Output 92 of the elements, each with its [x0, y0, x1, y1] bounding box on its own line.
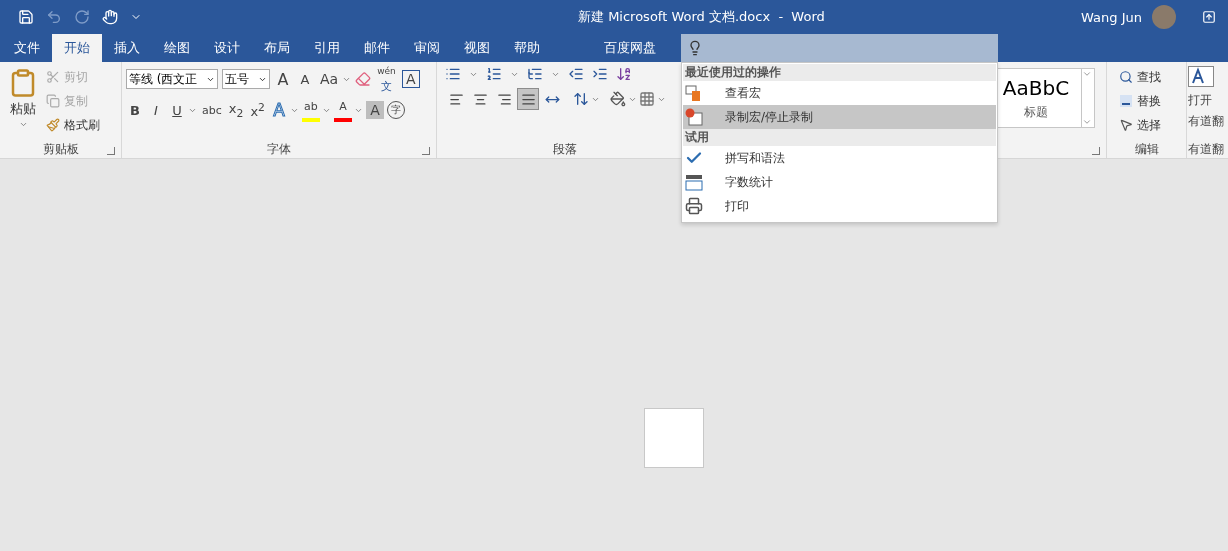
save-icon[interactable]: [18, 9, 34, 25]
record-icon: [685, 108, 703, 126]
menu-heading: 试用: [683, 129, 996, 146]
macro-icon: [685, 84, 703, 102]
ribbon-tab[interactable]: 绘图: [152, 34, 202, 62]
decrease-indent-icon[interactable]: [568, 66, 584, 82]
group-label: 有道翻: [1188, 140, 1224, 158]
ribbon-tab[interactable]: 引用: [302, 34, 352, 62]
ribbon-display-icon[interactable]: [1202, 10, 1216, 24]
group-label: 编辑: [1134, 140, 1159, 158]
format-button[interactable]: x$_{2}$: [226, 99, 246, 121]
borders-icon[interactable]: [639, 91, 655, 107]
alignment-icon: [520, 91, 536, 107]
grow-font-button[interactable]: A: [274, 68, 292, 90]
format-button[interactable]: B: [126, 99, 144, 121]
eraser-icon[interactable]: [355, 71, 372, 87]
group-label: 段落: [553, 140, 577, 158]
style-name: 标题: [1024, 103, 1048, 121]
ribbon-tab[interactable]: 帮助: [502, 34, 552, 62]
translate-button-label[interactable]: 有道翻: [1188, 113, 1224, 130]
caret-icon: [1082, 117, 1092, 127]
character-shading-button[interactable]: A: [365, 101, 384, 119]
increase-indent-icon[interactable]: [592, 66, 608, 82]
translate-icon[interactable]: [1188, 66, 1214, 88]
replace-icon: [1119, 94, 1133, 108]
pointer-icon: [1119, 118, 1133, 132]
document-page: [644, 408, 704, 468]
line-spacing-icon[interactable]: [573, 91, 589, 107]
menu-item[interactable]: 拼写和语法: [683, 146, 996, 170]
font-size-field[interactable]: 五号: [222, 69, 270, 89]
dialog-launcher[interactable]: [1092, 147, 1100, 155]
touch-mode-icon[interactable]: [102, 9, 118, 25]
phonetic-guide-button[interactable]: wén: [375, 66, 398, 76]
alignment-icon: [448, 91, 464, 107]
menu-item[interactable]: 打印: [683, 194, 996, 218]
format-button[interactable]: I: [147, 99, 165, 121]
ribbon-tab[interactable]: 插入: [102, 34, 152, 62]
character-border-button[interactable]: A: [401, 70, 420, 88]
ribbon-tab[interactable]: 设计: [202, 34, 252, 62]
shading-icon[interactable]: [610, 91, 626, 107]
group-label: 剪贴板: [42, 140, 79, 158]
caret-icon: [1082, 69, 1092, 79]
translate-button-label[interactable]: 打开: [1188, 92, 1224, 109]
format-button[interactable]: x$^{2}$: [248, 99, 267, 121]
gallery-scrollbar[interactable]: [1082, 68, 1095, 128]
color-button[interactable]: ab: [301, 98, 320, 114]
search-icon: [1119, 70, 1133, 84]
menu-item[interactable]: 录制宏/停止录制: [683, 105, 996, 129]
clipboard-button[interactable]: 格式刷: [46, 114, 100, 136]
ribbon-tab[interactable]: 开始: [52, 34, 102, 62]
format-button[interactable]: abc: [200, 99, 224, 121]
ribbon-tab[interactable]: 邮件: [352, 34, 402, 62]
bullets-icon[interactable]: [445, 66, 461, 82]
ribbon-tab[interactable]: 布局: [252, 34, 302, 62]
editing-button[interactable]: 查找: [1119, 66, 1161, 88]
color-button[interactable]: A: [333, 98, 352, 114]
phonetic-guide-button[interactable]: 文: [375, 80, 398, 92]
caret-icon: [18, 120, 28, 129]
word-count-icon: [685, 173, 703, 191]
dialog-launcher[interactable]: [107, 147, 115, 155]
shrink-font-button[interactable]: A: [296, 68, 314, 90]
dialog-launcher[interactable]: [422, 147, 430, 155]
lightbulb-icon: [687, 40, 703, 56]
font-name-field[interactable]: 等线 (西文正: [126, 69, 218, 89]
sort-icon[interactable]: [616, 66, 632, 82]
group-label: 字体: [267, 140, 291, 158]
copy-icon: [46, 94, 60, 108]
tell-me-field[interactable]: [681, 34, 998, 62]
ribbon-tab[interactable]: 审阅: [402, 34, 452, 62]
ribbon-tab[interactable]: 视图: [452, 34, 502, 62]
undo-icon[interactable]: [46, 9, 62, 25]
alignment-icon: [472, 91, 488, 107]
paste-button[interactable]: 粘贴: [4, 66, 42, 140]
redo-icon[interactable]: [74, 9, 90, 25]
printer-icon: [685, 197, 703, 215]
editing-button[interactable]: 替换: [1119, 90, 1161, 112]
paintbrush-icon: [46, 118, 60, 132]
user-name[interactable]: Wang Jun: [1081, 9, 1142, 25]
ribbon-tab[interactable]: 百度网盘: [592, 34, 668, 62]
style-sample: AaBbC: [1002, 75, 1070, 100]
window-title: 新建 Microsoft Word 文档.docx - Word: [577, 8, 826, 26]
menu-item[interactable]: 字数统计: [683, 170, 996, 194]
change-case-button[interactable]: Aa: [318, 68, 341, 90]
alignment-icon: [496, 91, 512, 107]
menu-heading: 最近使用过的操作: [683, 64, 996, 81]
underline-button[interactable]: U: [168, 99, 186, 121]
multilevel-list-icon[interactable]: [527, 66, 543, 82]
alignment-button[interactable]: [517, 88, 539, 110]
editing-button[interactable]: 选择: [1119, 114, 1161, 136]
scissors-icon: [46, 70, 60, 84]
numbering-icon[interactable]: [486, 66, 502, 82]
ribbon-tab[interactable]: 文件: [2, 34, 52, 62]
